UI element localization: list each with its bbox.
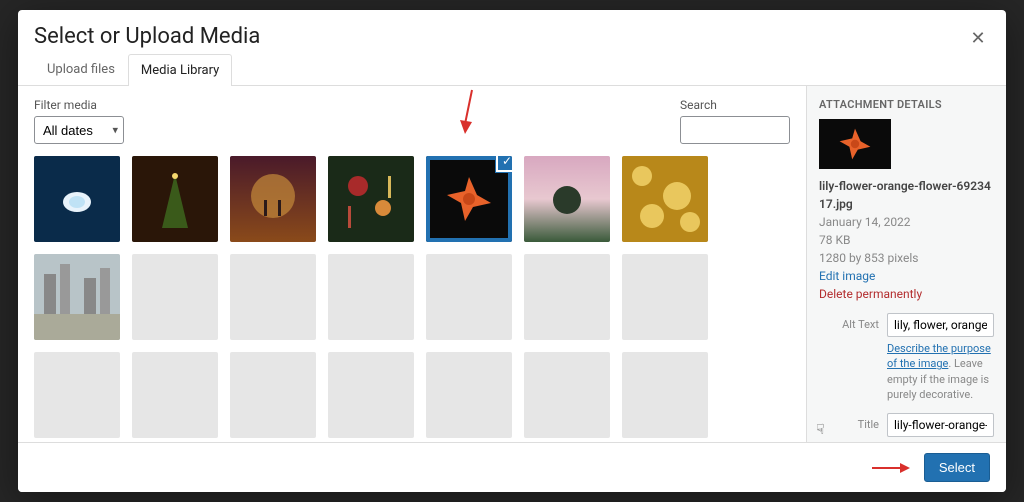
alt-text-label: Alt Text	[819, 313, 879, 331]
delete-permanently-link[interactable]: Delete permanently	[819, 287, 922, 301]
media-grid: ✓	[34, 156, 800, 442]
media-thumbnail[interactable]	[34, 156, 120, 242]
media-thumbnail-placeholder[interactable]	[328, 352, 414, 438]
date-filter-select[interactable]: All dates	[34, 116, 124, 144]
attachment-size: 78 KB	[819, 231, 994, 249]
title-label: Title	[819, 413, 879, 431]
edit-image-link[interactable]: Edit image	[819, 269, 875, 283]
media-thumbnail[interactable]	[230, 156, 316, 242]
media-thumbnail[interactable]	[622, 156, 708, 242]
media-thumbnail-placeholder[interactable]	[524, 254, 610, 340]
media-thumbnail[interactable]	[34, 254, 120, 340]
media-thumbnail-placeholder[interactable]	[328, 254, 414, 340]
media-thumbnail-selected[interactable]: ✓	[426, 156, 512, 242]
attachment-details-heading: ATTACHMENT DETAILS	[819, 98, 994, 111]
media-thumbnail[interactable]	[524, 156, 610, 242]
attachment-filename: lily-flower-orange-flower-6923417.jpg	[819, 177, 994, 213]
alt-text-hint: Describe the purpose of the image. Leave…	[887, 341, 994, 403]
media-thumbnail-placeholder[interactable]	[426, 254, 512, 340]
modal-title: Select or Upload Media	[34, 24, 990, 49]
tab-upload-files[interactable]: Upload files	[34, 53, 128, 85]
attachment-dimensions: 1280 by 853 pixels	[819, 249, 994, 267]
media-thumbnail-placeholder[interactable]	[34, 352, 120, 438]
check-icon: ✓	[496, 156, 512, 172]
select-button[interactable]: Select	[924, 453, 990, 482]
tabs: Upload files Media Library	[18, 53, 1006, 86]
annotation-arrow-icon	[870, 459, 910, 477]
media-thumbnail-placeholder[interactable]	[426, 352, 512, 438]
media-thumbnail-placeholder[interactable]	[132, 352, 218, 438]
title-input[interactable]	[887, 413, 994, 437]
modal-header: Select or Upload Media	[18, 10, 1006, 53]
close-icon[interactable]: ✕	[964, 24, 992, 52]
media-thumbnail-placeholder[interactable]	[230, 352, 316, 438]
media-thumbnail-placeholder[interactable]	[622, 352, 708, 438]
media-thumbnail-placeholder[interactable]	[622, 254, 708, 340]
media-modal: ✕ Select or Upload Media Upload files Me…	[18, 10, 1006, 492]
attachment-date: January 14, 2022	[819, 213, 994, 231]
media-thumbnail[interactable]	[132, 156, 218, 242]
media-thumbnail-placeholder[interactable]	[132, 254, 218, 340]
attachment-details-panel: ATTACHMENT DETAILS lily-flower-orange-fl…	[806, 86, 1006, 442]
search-label: Search	[680, 98, 790, 112]
modal-footer: Select	[18, 442, 1006, 492]
alt-text-input[interactable]	[887, 313, 994, 337]
tab-media-library[interactable]: Media Library	[128, 54, 232, 86]
search-input[interactable]	[680, 116, 790, 144]
filter-media-label: Filter media	[34, 98, 124, 112]
attachment-preview	[819, 119, 891, 169]
media-thumbnail-placeholder[interactable]	[230, 254, 316, 340]
media-thumbnail-placeholder[interactable]	[524, 352, 610, 438]
media-thumbnail[interactable]	[328, 156, 414, 242]
